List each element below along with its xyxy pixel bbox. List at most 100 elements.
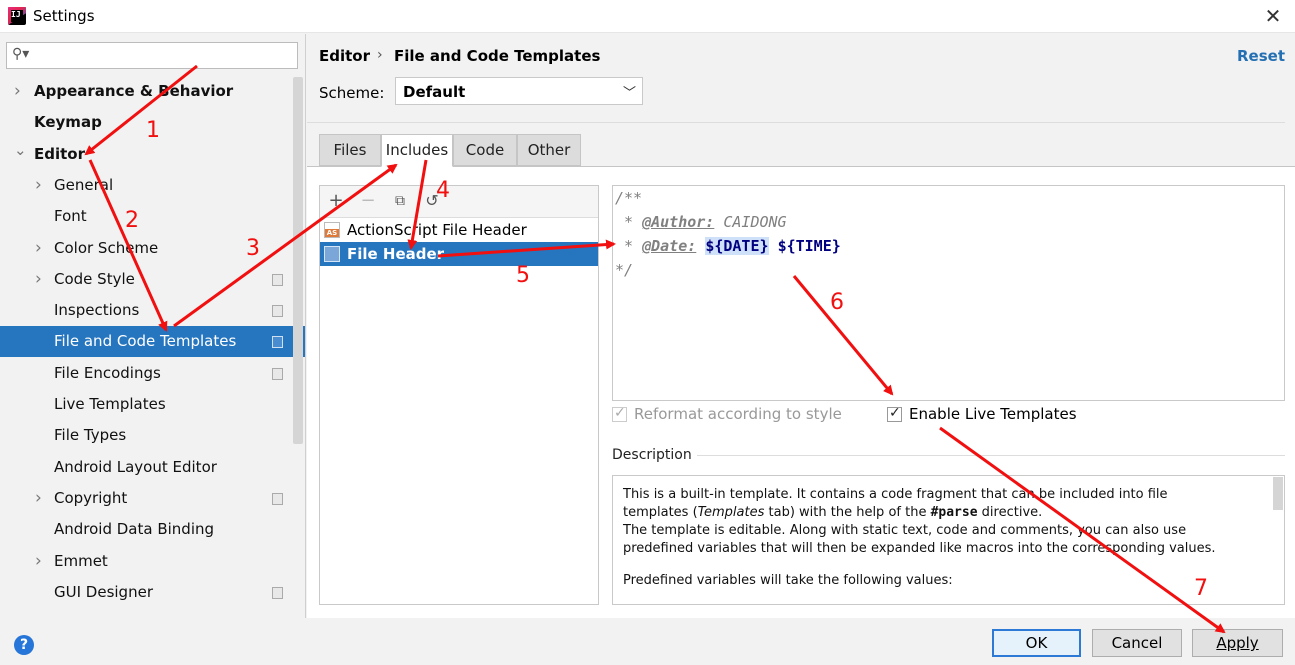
live-templates-checkbox[interactable] bbox=[887, 405, 902, 422]
template-label: ActionScript File Header bbox=[347, 221, 527, 239]
template-code-editor[interactable]: /** * @Author: CAIDONG * @Date: ${DATE} … bbox=[612, 185, 1285, 401]
project-scope-icon bbox=[272, 305, 283, 317]
sidebar-item-gui-designer[interactable]: GUI Designer bbox=[0, 577, 305, 608]
templates-tab-panel: + − ⧉ ↺ AS ActionScript File Header File… bbox=[307, 166, 1295, 618]
sidebar-item-file-and-code-templates[interactable]: File and Code Templates bbox=[0, 326, 305, 357]
divider bbox=[697, 455, 1285, 456]
sidebar-item-label: Inspections bbox=[54, 301, 140, 319]
sidebar-item-label: File and Code Templates bbox=[54, 332, 237, 350]
chevron-right-icon[interactable]: › bbox=[35, 233, 47, 264]
actionscript-file-icon: AS bbox=[324, 222, 340, 238]
breadcrumb-editor: Editor bbox=[319, 47, 370, 65]
annotation-number: 4 bbox=[436, 178, 450, 203]
sidebar-item-live-templates[interactable]: Live Templates bbox=[0, 389, 305, 420]
sidebar-item-font[interactable]: Font bbox=[0, 201, 305, 232]
date-variable: ${DATE} bbox=[705, 237, 769, 255]
description-box: This is a built-in template. It contains… bbox=[612, 475, 1285, 605]
search-input[interactable]: ⚲▾ bbox=[6, 42, 298, 69]
template-label: File Header bbox=[347, 245, 445, 263]
chevron-down-icon: ﹀ bbox=[622, 86, 636, 101]
chevron-right-icon[interactable]: › bbox=[35, 546, 47, 577]
scheme-label: Scheme: bbox=[319, 84, 385, 102]
description-text: predefined variables that will then be e… bbox=[623, 541, 1216, 556]
sidebar-item-label: Color Scheme bbox=[54, 239, 159, 257]
breadcrumb-separator: › bbox=[377, 47, 383, 63]
sidebar-item-label: Keymap bbox=[34, 113, 102, 131]
sidebar-item-label: General bbox=[54, 176, 114, 194]
annotation-number: 6 bbox=[830, 290, 844, 315]
reset-link[interactable]: Reset bbox=[1237, 47, 1285, 65]
annotation-number: 3 bbox=[246, 236, 260, 261]
chevron-right-icon[interactable]: › bbox=[35, 264, 47, 295]
chevron-right-icon[interactable]: › bbox=[14, 76, 26, 107]
description-text: The template is editable. Along with sta… bbox=[623, 523, 1187, 538]
sidebar-item-android-layout-editor[interactable]: Android Layout Editor bbox=[0, 452, 305, 483]
code-line: * @Author: CAIDONG bbox=[615, 213, 787, 231]
tab-other[interactable]: Other bbox=[517, 134, 581, 166]
sidebar-item-code-style[interactable]: › Code Style bbox=[0, 264, 305, 295]
project-scope-icon bbox=[272, 493, 283, 505]
sidebar-item-emmet[interactable]: › Emmet bbox=[0, 546, 305, 577]
sidebar-item-label: Emmet bbox=[54, 552, 108, 570]
tab-files[interactable]: Files bbox=[319, 134, 381, 166]
reformat-checkbox bbox=[612, 405, 627, 422]
sidebar-item-label: File Types bbox=[54, 426, 127, 444]
time-variable: ${TIME} bbox=[777, 237, 841, 255]
sidebar-item-label: Android Layout Editor bbox=[54, 458, 217, 476]
breadcrumb-current: File and Code Templates bbox=[394, 47, 601, 65]
sidebar-item-editor[interactable]: ⌄ Editor bbox=[0, 139, 305, 170]
scheme-select[interactable]: Default ﹀ bbox=[395, 77, 643, 105]
title-bar: IJ Settings ✕ bbox=[0, 0, 1295, 33]
template-item-actionscript[interactable]: AS ActionScript File Header bbox=[320, 218, 598, 242]
project-scope-icon bbox=[272, 587, 283, 599]
help-icon[interactable]: ? bbox=[14, 635, 34, 655]
templates-list: + − ⧉ ↺ AS ActionScript File Header File… bbox=[319, 185, 599, 605]
description-text: templates (Templates tab) with the help … bbox=[623, 505, 1043, 520]
cancel-button[interactable]: Cancel bbox=[1092, 629, 1182, 657]
tab-code[interactable]: Code bbox=[453, 134, 517, 166]
window-title: Settings bbox=[33, 7, 95, 25]
copy-icon[interactable]: ⧉ bbox=[390, 191, 410, 211]
sidebar-item-file-types[interactable]: File Types bbox=[0, 420, 305, 451]
sidebar-item-label: Font bbox=[54, 207, 87, 225]
sidebar-item-label: Live Templates bbox=[54, 395, 166, 413]
apply-button[interactable]: Apply bbox=[1192, 629, 1283, 657]
annotation-number: 7 bbox=[1194, 576, 1208, 601]
sidebar-item-copyright[interactable]: › Copyright bbox=[0, 483, 305, 514]
description-scrollbar[interactable] bbox=[1273, 477, 1283, 510]
sidebar-item-label: File Encodings bbox=[54, 364, 161, 382]
sidebar-item-inspections[interactable]: Inspections bbox=[0, 295, 305, 326]
close-icon[interactable]: ✕ bbox=[1261, 4, 1285, 28]
chevron-right-icon[interactable]: › bbox=[35, 170, 47, 201]
description-text: Predefined variables will take the follo… bbox=[623, 573, 953, 588]
sidebar-item-android-data-binding[interactable]: Android Data Binding bbox=[0, 514, 305, 545]
sidebar-item-label: Appearance & Behavior bbox=[34, 82, 234, 100]
chevron-right-icon[interactable]: › bbox=[35, 483, 47, 514]
dialog-footer: ? OK Cancel Apply bbox=[0, 618, 1295, 665]
search-icon: ⚲▾ bbox=[12, 46, 30, 62]
sidebar-item-file-encodings[interactable]: File Encodings bbox=[0, 358, 305, 389]
annotation-number: 2 bbox=[125, 208, 139, 233]
sidebar-item-general[interactable]: › General bbox=[0, 170, 305, 201]
sidebar-item-label: Code Style bbox=[54, 270, 135, 288]
add-icon[interactable]: + bbox=[326, 191, 346, 211]
sidebar-item-appearance-behavior[interactable]: › Appearance & Behavior bbox=[0, 76, 305, 107]
scheme-value: Default bbox=[403, 83, 466, 101]
code-line: /** bbox=[615, 189, 643, 207]
chevron-down-icon[interactable]: ⌄ bbox=[14, 135, 27, 166]
sidebar-item-label: Editor bbox=[34, 145, 85, 163]
annotation-number: 1 bbox=[146, 118, 160, 143]
templates-toolbar: + − ⧉ ↺ bbox=[320, 186, 598, 218]
project-scope-icon bbox=[272, 274, 283, 286]
reformat-label: Reformat according to style bbox=[634, 405, 842, 423]
main-panel: Editor › File and Code Templates Reset S… bbox=[307, 34, 1295, 618]
description-text: This is a built-in template. It contains… bbox=[623, 487, 1168, 502]
sidebar-item-label: GUI Designer bbox=[54, 583, 153, 601]
live-templates-label[interactable]: Enable Live Templates bbox=[909, 405, 1077, 423]
remove-icon[interactable]: − bbox=[358, 191, 378, 211]
sidebar-scrollbar[interactable] bbox=[293, 77, 303, 444]
tab-includes[interactable]: Includes bbox=[381, 134, 453, 167]
template-item-file-header[interactable]: File Header bbox=[320, 242, 598, 266]
code-line: */ bbox=[615, 261, 634, 279]
ok-button[interactable]: OK bbox=[992, 629, 1081, 657]
